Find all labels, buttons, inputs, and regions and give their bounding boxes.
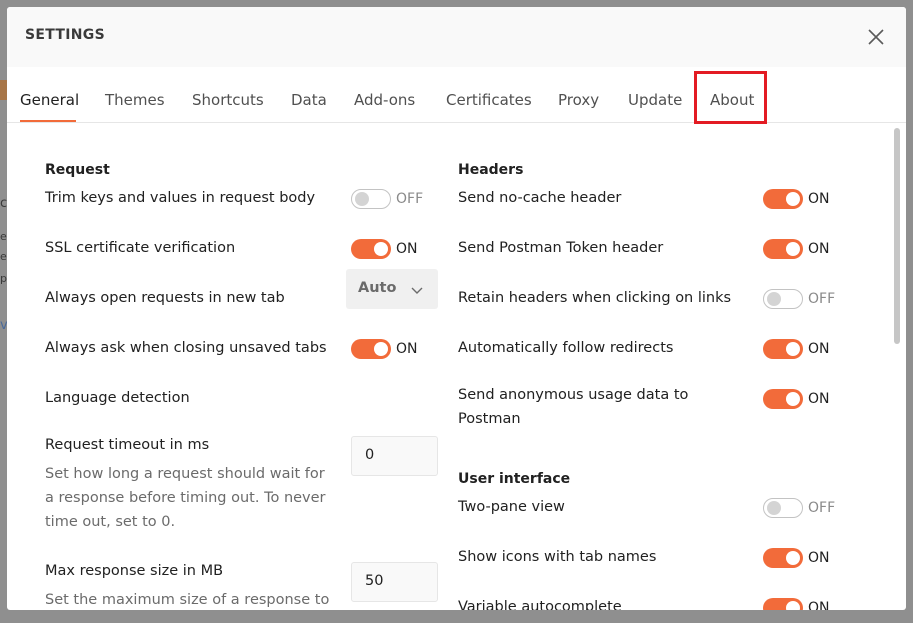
new-tab-label: Always open requests in new tab — [45, 290, 285, 306]
anonymous-usage-state: ON — [808, 391, 830, 407]
ssl-toggle[interactable] — [351, 239, 391, 259]
anonymous-usage-label: Send anonymous usage data to — [458, 387, 689, 403]
max-size-input[interactable]: 50 — [351, 562, 438, 602]
language-select-value: Auto — [358, 280, 397, 296]
anonymous-usage-toggle[interactable] — [763, 389, 803, 409]
backdrop-text: p — [0, 272, 7, 285]
postman-token-label: Send Postman Token header — [458, 240, 664, 256]
close-icon — [868, 29, 884, 45]
trim-state: OFF — [396, 191, 424, 207]
two-pane-label: Two-pane view — [458, 499, 565, 515]
settings-modal: SETTINGS General Themes Shortcuts Data A… — [7, 7, 906, 610]
retain-headers-state: OFF — [808, 291, 836, 307]
timeout-description: Set how long a request should wait for — [45, 466, 325, 482]
trim-label: Trim keys and values in request body — [45, 190, 316, 206]
section-title-headers: Headers — [458, 162, 524, 178]
content-scrollbar[interactable] — [893, 124, 901, 610]
backdrop-accent-strip — [0, 80, 7, 100]
max-size-label: Max response size in MB — [45, 563, 224, 579]
tab-add-ons[interactable]: Add-ons — [354, 91, 415, 109]
max-size-description: Set the maximum size of a response to — [45, 592, 330, 608]
ask-close-state: ON — [396, 341, 418, 357]
modal-title: SETTINGS — [25, 27, 105, 43]
postman-token-state: ON — [808, 241, 830, 257]
retain-headers-toggle[interactable] — [763, 289, 803, 309]
two-pane-toggle[interactable] — [763, 498, 803, 518]
ssl-label: SSL certificate verification — [45, 240, 236, 256]
backdrop-text: e — [0, 230, 7, 243]
settings-content: Request Trim keys and values in request … — [7, 124, 906, 610]
tab-themes[interactable]: Themes — [105, 91, 165, 109]
about-tab-highlight-box — [694, 71, 767, 124]
variable-autocomplete-label: Variable autocomplete — [458, 599, 622, 610]
ssl-state: ON — [396, 241, 418, 257]
tab-proxy[interactable]: Proxy — [558, 91, 599, 109]
trim-toggle[interactable] — [351, 189, 391, 209]
section-title-user-interface: User interface — [458, 471, 571, 487]
timeout-description: a response before timing out. To never — [45, 490, 326, 506]
tab-certificates[interactable]: Certificates — [446, 91, 532, 109]
postman-token-toggle[interactable] — [763, 239, 803, 259]
anonymous-usage-label: Postman — [458, 411, 521, 427]
modal-header: SETTINGS — [7, 7, 906, 67]
chevron-down-icon — [411, 287, 423, 294]
no-cache-state: ON — [808, 191, 830, 207]
icons-tab-names-state: ON — [808, 550, 830, 566]
tab-general[interactable]: General — [20, 91, 79, 109]
tab-update[interactable]: Update — [628, 91, 682, 109]
retain-headers-label: Retain headers when clicking on links — [458, 290, 732, 306]
timeout-input[interactable]: 0 — [351, 436, 438, 476]
language-label: Language detection — [45, 390, 190, 406]
two-pane-state: OFF — [808, 500, 836, 516]
scrollbar-thumb[interactable] — [894, 128, 900, 344]
language-select[interactable]: Auto — [346, 269, 438, 309]
close-button[interactable] — [865, 26, 887, 48]
follow-redirects-state: ON — [808, 341, 830, 357]
icons-tab-names-label: Show icons with tab names — [458, 549, 657, 565]
timeout-description: time out, set to 0. — [45, 514, 176, 530]
tab-shortcuts[interactable]: Shortcuts — [192, 91, 264, 109]
ask-close-label: Always ask when closing unsaved tabs — [45, 340, 327, 356]
variable-autocomplete-state: ON — [808, 600, 830, 610]
ask-close-toggle[interactable] — [351, 339, 391, 359]
section-title-request: Request — [45, 162, 110, 178]
settings-tabs: General Themes Shortcuts Data Add-ons Ce… — [7, 67, 906, 124]
follow-redirects-toggle[interactable] — [763, 339, 803, 359]
no-cache-label: Send no-cache header — [458, 190, 622, 206]
timeout-label: Request timeout in ms — [45, 437, 210, 453]
follow-redirects-label: Automatically follow redirects — [458, 340, 674, 356]
icons-tab-names-toggle[interactable] — [763, 548, 803, 568]
no-cache-toggle[interactable] — [763, 189, 803, 209]
active-tab-indicator — [20, 120, 76, 122]
tab-data[interactable]: Data — [291, 91, 327, 109]
variable-autocomplete-toggle[interactable] — [763, 598, 803, 610]
